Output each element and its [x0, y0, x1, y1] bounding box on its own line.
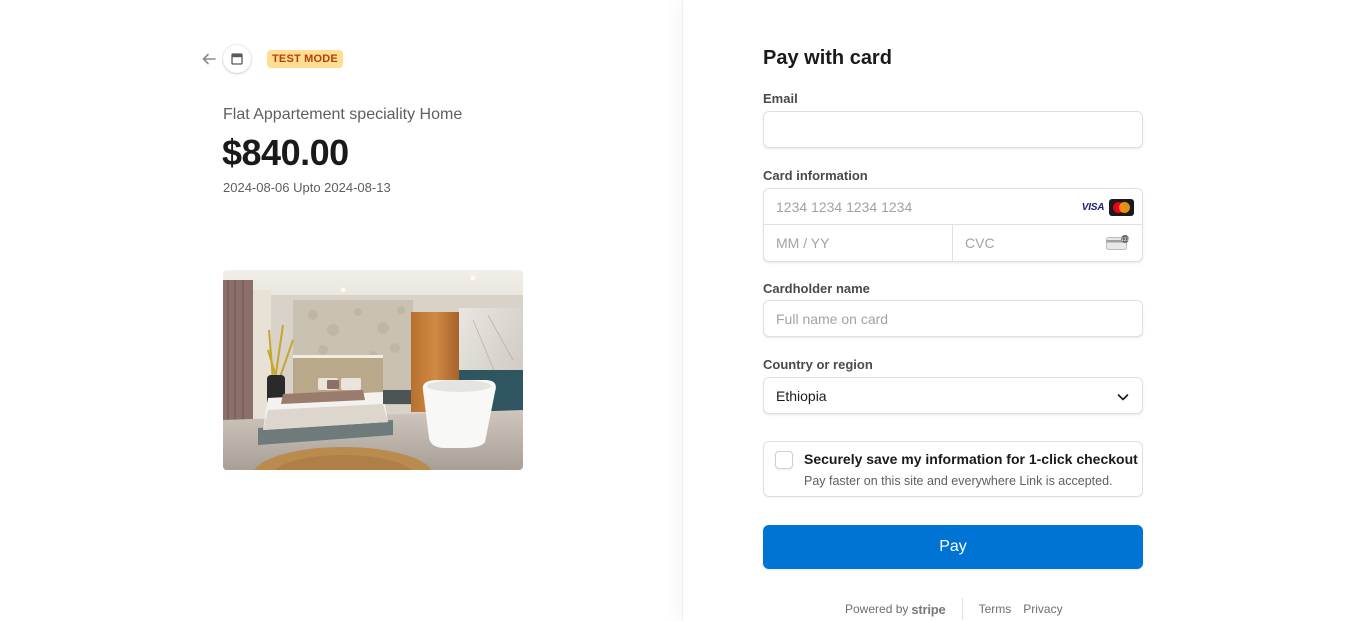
stripe-logo: stripe [911, 601, 946, 617]
country-label: Country or region [763, 357, 873, 372]
email-field[interactable] [763, 111, 1143, 148]
pay-button[interactable]: Pay [763, 525, 1143, 569]
country-value: Ethiopia [776, 388, 827, 404]
cvc-card-icon: 123 [1106, 235, 1130, 251]
save-info-option: Securely save my information for 1-click… [763, 441, 1143, 497]
cvc-placeholder: CVC [965, 235, 995, 251]
powered-by-text: Powered by [845, 602, 909, 616]
expiry-placeholder: MM / YY [776, 235, 830, 251]
powered-by-stripe[interactable]: Powered by stripe [845, 602, 946, 617]
visa-icon: VISA [1080, 200, 1106, 216]
chevron-down-icon [1116, 390, 1130, 404]
svg-text:123: 123 [1121, 237, 1130, 243]
cardholder-placeholder: Full name on card [776, 311, 889, 327]
card-number-placeholder: 1234 1234 1234 1234 [776, 199, 913, 215]
footer: Powered by stripe Terms Privacy [845, 598, 1075, 620]
cardholder-name-label: Cardholder name [763, 281, 870, 296]
country-select[interactable]: Ethiopia [763, 377, 1143, 414]
card-expiry-field[interactable]: MM / YY [764, 225, 953, 262]
terms-link[interactable]: Terms [979, 602, 1012, 616]
order-summary-panel: TEST MODE Flat Appartement speciality Ho… [0, 0, 683, 621]
storefront-icon [223, 45, 251, 73]
save-info-checkbox[interactable] [775, 451, 793, 469]
card-number-field[interactable]: 1234 1234 1234 1234 VISA [764, 189, 1142, 225]
privacy-link[interactable]: Privacy [1023, 602, 1062, 616]
footer-divider [961, 598, 963, 620]
product-price: $840.00 [222, 132, 349, 173]
booking-dates: 2024-08-06 Upto 2024-08-13 [223, 180, 391, 195]
arrow-left-icon[interactable] [200, 50, 218, 68]
cardholder-name-field[interactable]: Full name on card [763, 300, 1143, 337]
product-name: Flat Appartement speciality Home [223, 106, 463, 123]
card-information-group: 1234 1234 1234 1234 VISA MM / YY CVC 123 [763, 188, 1143, 262]
save-info-subtitle: Pay faster on this site and everywhere L… [804, 474, 1113, 488]
card-information-label: Card information [763, 168, 868, 183]
mastercard-icon [1109, 199, 1134, 216]
card-cvc-field[interactable]: CVC 123 [953, 225, 1142, 262]
save-info-title: Securely save my information for 1-click… [804, 451, 1138, 467]
test-mode-badge: TEST MODE [267, 50, 343, 68]
form-title: Pay with card [763, 47, 892, 69]
bedroom-photo [223, 270, 523, 470]
email-label: Email [763, 91, 798, 106]
